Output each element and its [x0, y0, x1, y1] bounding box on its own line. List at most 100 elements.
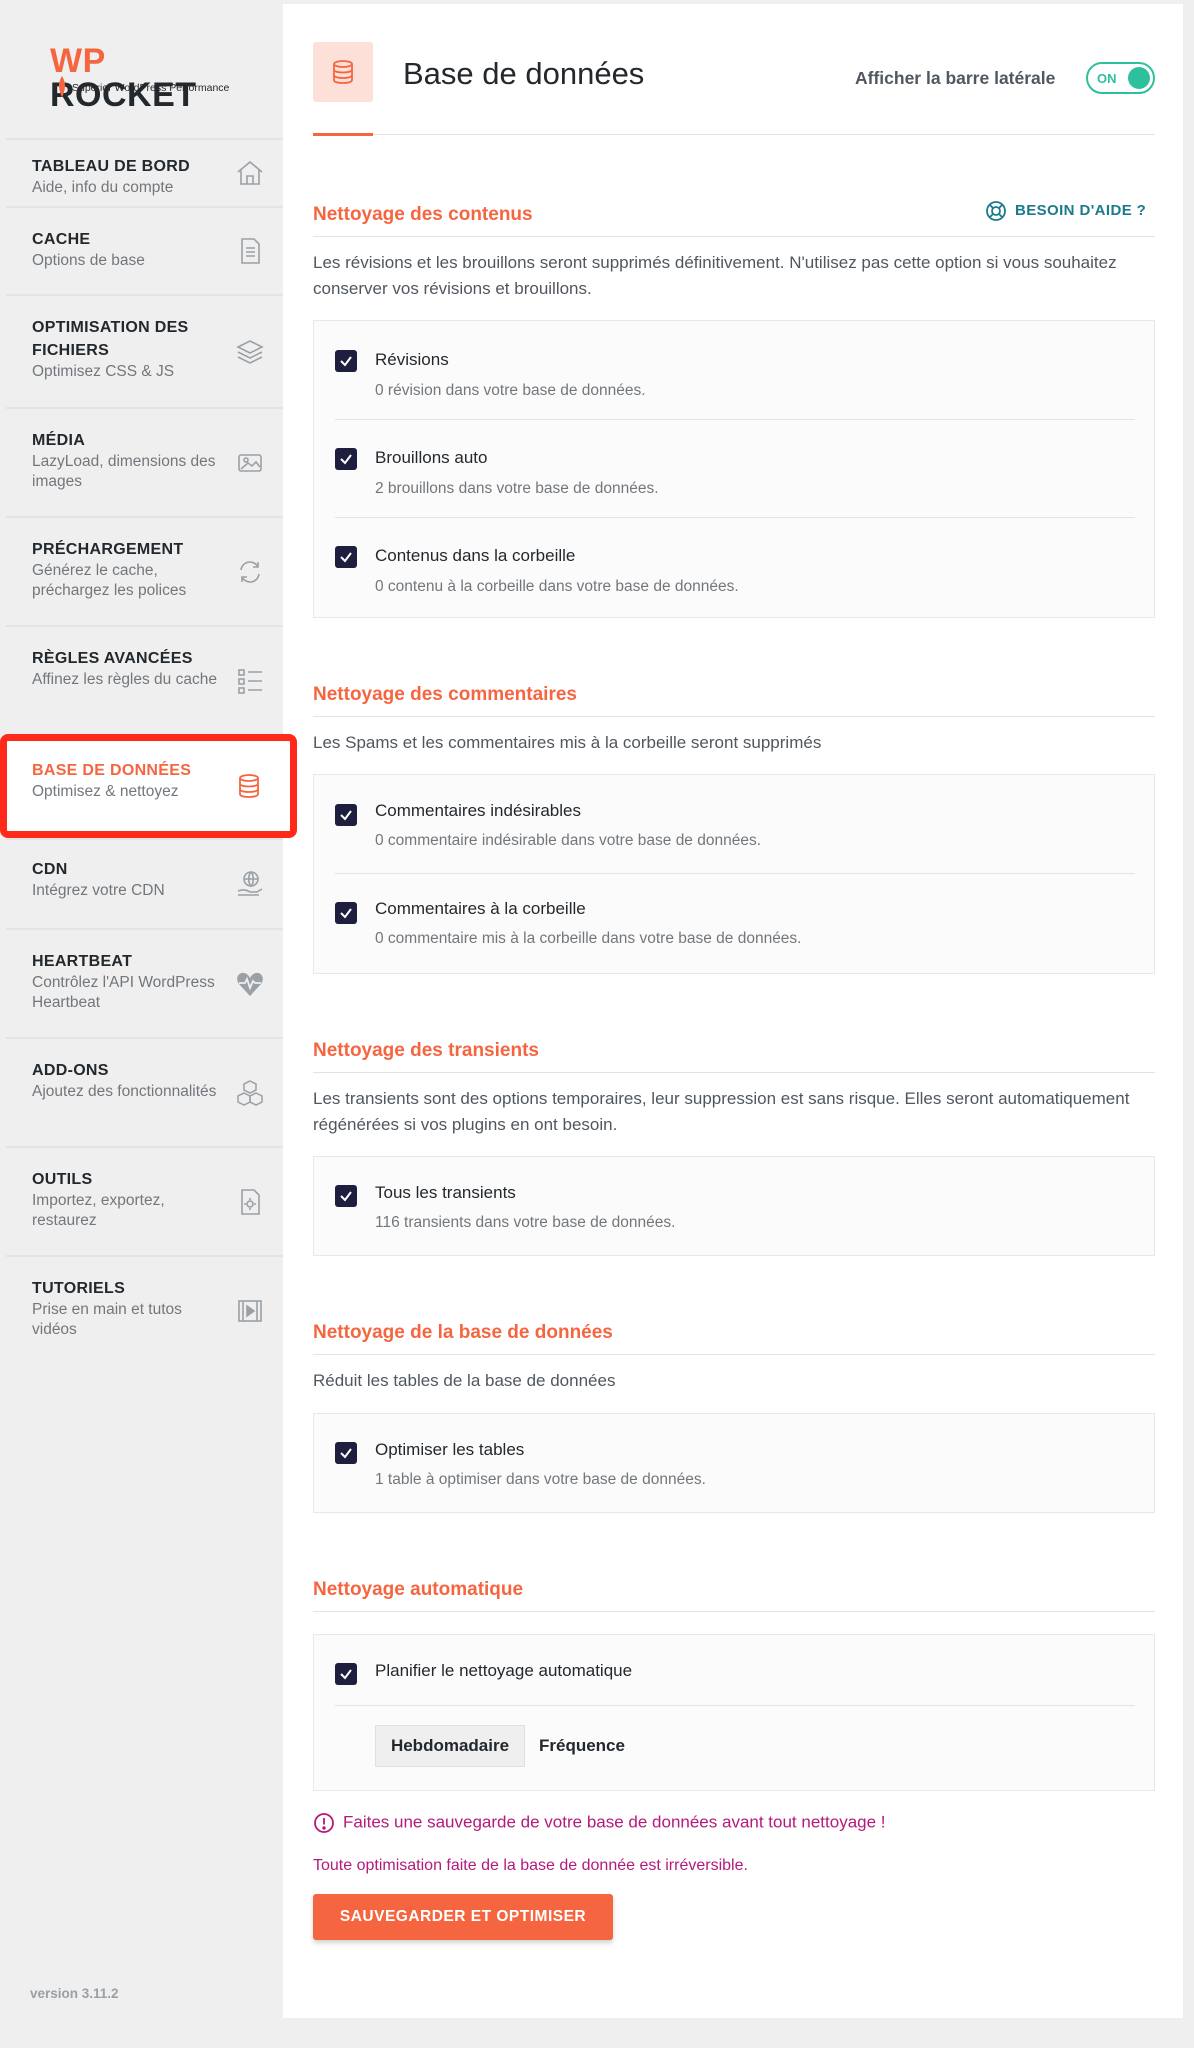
backup-warning-text: Faites une sauvegarde de votre base de d…: [343, 1812, 886, 1832]
options-box-commentaires: Commentaires indésirables 0 commentaire …: [313, 774, 1155, 974]
header-accent-bar: [313, 133, 373, 136]
option-divider: [335, 517, 1135, 518]
home-icon: [237, 160, 263, 185]
section-title-contenus: Nettoyage des contenus: [313, 204, 533, 225]
header-divider: [313, 134, 1155, 135]
sidebar-item-subtitle: Prise en main et tutos vidéos: [32, 1301, 182, 1338]
database-icon: [239, 774, 259, 798]
sidebar-item-base-de-donnees[interactable]: BASE DE DONNÉES Optimisez & nettoyez: [0, 734, 297, 838]
checkbox-corbeille[interactable]: [335, 546, 357, 568]
sidebar-toggle-label: Afficher la barre latérale: [855, 68, 1056, 88]
options-box-auto: Planifier le nettoyage automatique Hebdo…: [313, 1634, 1155, 1791]
sidebar-item-media[interactable]: MÉDIA LazyLoad, dimensions des images: [6, 407, 283, 516]
section-divider: [313, 1611, 1155, 1612]
sidebar-item-title: TUTORIELS: [32, 1280, 126, 1297]
sidebar-item-subtitle: Importez, exportez, restaurez: [32, 1192, 165, 1229]
sidebar-toggle-switch[interactable]: ON: [1086, 62, 1155, 94]
section-desc-base: Réduit les tables de la base de données: [313, 1371, 616, 1390]
cubes-icon: [237, 1079, 263, 1106]
help-label: BESOIN D'AIDE ?: [1015, 201, 1147, 219]
toggle-knob: [1128, 67, 1150, 89]
sidebar-item-title: RÈGLES AVANCÉES: [32, 650, 193, 667]
rocket-flame-icon: [58, 76, 66, 98]
sidebar-item-subtitle: Affinez les règles du cache: [32, 671, 217, 688]
options-box-base: Optimiser les tables 1 table à optimiser…: [313, 1413, 1155, 1513]
checkbox-commentaires-indesirables[interactable]: [335, 804, 357, 826]
help-link[interactable]: BESOIN D'AIDE ?: [985, 200, 1146, 222]
logo-wp-text: WP: [50, 42, 106, 80]
section-desc-contenus: Les révisions et les brouillons seront s…: [313, 253, 1117, 298]
option-sub: 1 table à optimiser dans votre base de d…: [375, 1471, 706, 1488]
video-icon: [238, 1299, 262, 1322]
section-divider: [313, 1354, 1155, 1355]
sidebar-item-subtitle: Options de base: [32, 252, 145, 269]
refresh-icon: [240, 560, 260, 583]
sidebar-item-subtitle: Générez le cache, préchargez les polices: [32, 562, 187, 599]
section-divider: [313, 1072, 1155, 1073]
option-label: Tous les transients: [375, 1183, 516, 1202]
sidebar-item-cache[interactable]: CACHE Options de base: [6, 206, 283, 294]
lifebuoy-icon: [986, 201, 1006, 221]
section-desc-commentaires: Les Spams et les commentaires mis à la c…: [313, 733, 822, 752]
sidebar-item-title: CACHE: [32, 231, 91, 248]
option-label: Optimiser les tables: [375, 1440, 525, 1459]
sidebar-item-subtitle: Optimisez CSS & JS: [32, 363, 175, 380]
option-sub: 116 transients dans votre base de donnée…: [375, 1214, 676, 1231]
checkbox-optimiser-tables[interactable]: [335, 1442, 357, 1464]
sidebar-item-tutoriels[interactable]: TUTORIELS Prise en main et tutos vidéos: [6, 1255, 283, 1364]
option-divider: [335, 873, 1135, 874]
frequency-label: Fréquence: [539, 1736, 625, 1755]
checkbox-commentaires-corbeille[interactable]: [335, 902, 357, 924]
checkbox-planifier[interactable]: [335, 1663, 357, 1685]
sidebar-item-title: BASE DE DONNÉES: [32, 762, 192, 779]
option-label: Contenus dans la corbeille: [375, 546, 576, 565]
save-and-optimize-button[interactable]: SAUVEGARDER ET OPTIMISER: [313, 1894, 613, 1940]
sidebar-item-subtitle: Contrôlez l'API WordPress Heartbeat: [32, 974, 215, 1011]
sidebar-item-outils[interactable]: OUTILS Importez, exportez, restaurez: [6, 1146, 283, 1255]
section-title-auto: Nettoyage automatique: [313, 1579, 524, 1600]
page-title: Base de données: [403, 56, 645, 91]
option-label: Planifier le nettoyage automatique: [375, 1661, 633, 1680]
sidebar-item-title: OPTIMISATION DES FICHIERS: [32, 319, 189, 359]
sidebar-item-subtitle: Intégrez votre CDN: [32, 882, 165, 899]
checklist-icon: [238, 668, 262, 694]
checkbox-tous-transients[interactable]: [335, 1185, 357, 1207]
logo-tagline: Superior WordPress Performance: [72, 82, 230, 94]
sidebar-item-subtitle: Aide, info du compte: [32, 179, 174, 196]
wp-rocket-logo[interactable]: WP ROCKET Superior WordPress Performance: [44, 38, 254, 112]
globe-hand-icon: [237, 871, 263, 896]
option-label: Commentaires indésirables: [375, 801, 581, 820]
heartbeat-icon: [237, 972, 263, 996]
page-icon-box: [313, 42, 373, 102]
sidebar-item-regles-avancees[interactable]: RÈGLES AVANCÉES Affinez les règles du ca…: [6, 625, 283, 734]
sidebar-item-title: CDN: [32, 861, 68, 878]
sidebar-item-title: MÉDIA: [32, 432, 86, 449]
sidebar-item-tableau-de-bord[interactable]: TABLEAU DE BORD Aide, info du compte: [6, 138, 283, 206]
option-sub: 0 contenu à la corbeille dans votre base…: [375, 578, 739, 595]
sidebar-item-heartbeat[interactable]: HEARTBEAT Contrôlez l'API WordPress Hear…: [6, 928, 283, 1037]
sidebar-item-title: PRÉCHARGEMENT: [32, 541, 184, 558]
layers-icon: [236, 339, 264, 364]
sidebar-item-title: ADD-ONS: [32, 1062, 109, 1079]
image-icon: [238, 453, 262, 472]
sidebar-item-optimisation-fichiers[interactable]: OPTIMISATION DES FICHIERS Optimisez CSS …: [6, 294, 283, 407]
sidebar-item-subtitle: LazyLoad, dimensions des images: [32, 453, 216, 490]
sidebar-item-cdn[interactable]: CDN Intégrez votre CDN: [6, 838, 283, 928]
frequency-select[interactable]: Hebdomadaire: [375, 1725, 525, 1767]
database-icon: [333, 60, 353, 84]
sidebar-item-title: OUTILS: [32, 1171, 93, 1188]
document-icon: [241, 238, 260, 264]
sidebar: WP ROCKET Superior WordPress Performance…: [0, 6, 297, 2022]
main-content: Base de données Afficher la barre latéra…: [283, 4, 1183, 2018]
sidebar-item-prechargement[interactable]: PRÉCHARGEMENT Générez le cache, précharg…: [6, 516, 283, 625]
checkbox-revisions[interactable]: [335, 350, 357, 372]
option-sub: 0 commentaire mis à la corbeille dans vo…: [375, 930, 802, 947]
checkbox-brouillons[interactable]: [335, 448, 357, 470]
sidebar-item-add-ons[interactable]: ADD-ONS Ajoutez des fonctionnalités: [6, 1037, 283, 1146]
sidebar-item-title: HEARTBEAT: [32, 953, 133, 970]
option-label: Révisions: [375, 350, 449, 369]
option-label: Commentaires à la corbeille: [375, 899, 586, 918]
option-sub: 0 révision dans votre base de données.: [375, 382, 646, 399]
section-desc-transients: Les transients sont des options temporai…: [313, 1089, 1130, 1134]
backup-warning: Faites une sauvegarde de votre base de d…: [313, 1812, 886, 1834]
